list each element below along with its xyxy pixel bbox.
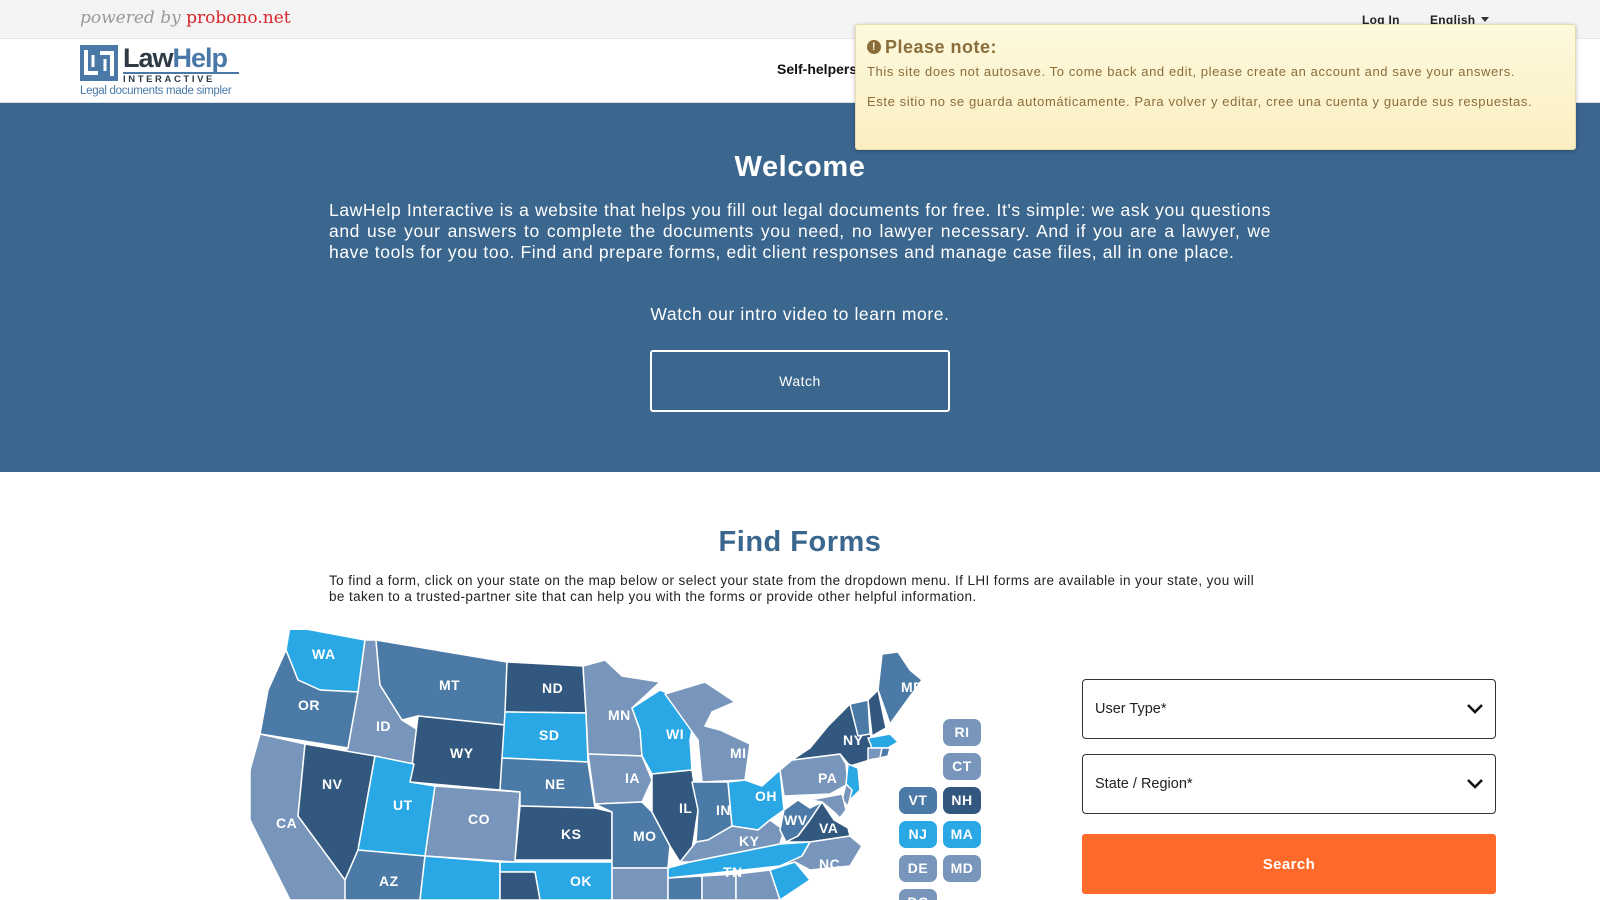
state-label-mt: MT (439, 677, 460, 693)
chip-md[interactable]: MD (943, 855, 981, 882)
us-state-map: WA OR CA ID NV MT WY UT AZ CO ND SD NE K… (250, 630, 990, 900)
notice-title: ! Please note: (867, 37, 997, 58)
intro-video-text: Watch our intro video to learn more. (650, 304, 950, 324)
state-label-mn: MN (608, 707, 631, 723)
chip-ma[interactable]: MA (943, 821, 981, 848)
state-label-ia: IA (625, 770, 640, 786)
state-label-tn: TN (723, 864, 743, 880)
lawhelp-logo[interactable]: LawHelp INTERACTIVE Legal documents made… (80, 43, 250, 99)
state-label-wy: WY (450, 745, 474, 761)
state-label-or: OR (298, 697, 320, 713)
state-label-ca: CA (276, 815, 297, 831)
logo-tagline: Legal documents made simpler (80, 85, 232, 97)
state-label-wa: WA (312, 646, 336, 662)
state-ar[interactable] (611, 867, 669, 900)
state-label-ut: UT (393, 797, 413, 813)
state-pa[interactable] (779, 753, 849, 797)
state-label-ne: NE (545, 776, 565, 792)
logo-help: Help (172, 43, 229, 73)
autosave-notice: ! Please note: This site does not autosav… (855, 24, 1576, 150)
state-nm[interactable] (419, 855, 501, 900)
state-label-wv: WV (784, 812, 808, 828)
state-label-va: VA (819, 820, 838, 836)
notice-text-es: Este sitio no se guarda automáticamente.… (867, 94, 1533, 109)
user-type-label: User Type* (1095, 701, 1167, 717)
search-button[interactable]: Search (1082, 834, 1496, 894)
state-label-ky: KY (739, 833, 760, 849)
powered-by-logo[interactable]: powered by probono.net (80, 8, 291, 28)
state-label-nd: ND (542, 680, 563, 696)
state-label-ks: KS (561, 826, 581, 842)
notice-text-en: This site does not autosave. To come bac… (867, 64, 1516, 79)
chip-ri[interactable]: RI (943, 719, 981, 746)
state-label-mi: MI (730, 745, 747, 761)
welcome-title: Welcome (734, 151, 866, 183)
welcome-text: LawHelp Interactive is a website that he… (329, 200, 1271, 262)
state-label-co: CO (468, 811, 490, 827)
state-label-sd: SD (539, 727, 559, 743)
find-forms-title: Find Forms (718, 526, 882, 558)
probono-brand: probono.net (186, 8, 291, 28)
exclamation-icon: ! (867, 40, 881, 54)
chip-ct[interactable]: CT (943, 753, 981, 780)
state-label-mo: MO (633, 828, 657, 844)
state-ms[interactable] (667, 875, 703, 900)
chip-nj[interactable]: NJ (899, 821, 937, 848)
logo-interactive: INTERACTIVE (123, 72, 239, 85)
chip-dc[interactable]: DC (899, 889, 937, 900)
state-ia[interactable] (587, 753, 653, 805)
chip-nh[interactable]: NH (943, 787, 981, 814)
logo-wordmark: LawHelp (123, 43, 229, 73)
caret-down-icon (1481, 17, 1490, 22)
state-label-nc: NC (819, 856, 840, 872)
state-label-oh: OH (755, 788, 777, 804)
chip-vt[interactable]: VT (899, 787, 937, 814)
chevron-down-icon (1467, 704, 1483, 714)
user-type-select[interactable]: User Type* (1082, 679, 1496, 739)
state-label-pa: PA (818, 770, 837, 786)
powered-by-text: powered by (80, 8, 181, 28)
us-map-svg: WA OR CA ID NV MT WY UT AZ CO ND SD NE K… (250, 630, 923, 900)
state-label-ok: OK (570, 873, 592, 889)
state-label-wi: WI (666, 726, 684, 742)
chevron-down-icon (1467, 779, 1483, 789)
welcome-hero: Welcome LawHelp Interactive is a website… (0, 103, 1600, 472)
state-label-id: ID (376, 718, 391, 734)
watch-button[interactable]: Watch (650, 350, 950, 412)
nav-self-helpers[interactable]: Self-helpers (777, 61, 857, 77)
state-label-nv: NV (322, 776, 343, 792)
state-label-in: IN (716, 802, 731, 818)
notice-title-text: Please note: (885, 37, 998, 57)
state-label-il: IL (679, 800, 692, 816)
logo-law: Law (123, 43, 174, 73)
lhi-logo-mark-icon (80, 45, 118, 81)
find-forms-description: To find a form, click on your state on t… (329, 573, 1255, 604)
state-label-ny: NY (843, 732, 864, 748)
state-label-me: ME (901, 679, 923, 695)
small-state-chips: RI CT VT NH NJ MA DE MD DC (898, 717, 988, 900)
state-region-label: State / Region* (1095, 776, 1193, 792)
state-ri[interactable] (879, 747, 891, 759)
chip-de[interactable]: DE (899, 855, 937, 882)
state-label-az: AZ (379, 873, 399, 889)
state-tx[interactable] (499, 871, 541, 900)
state-region-select[interactable]: State / Region* (1082, 754, 1496, 814)
